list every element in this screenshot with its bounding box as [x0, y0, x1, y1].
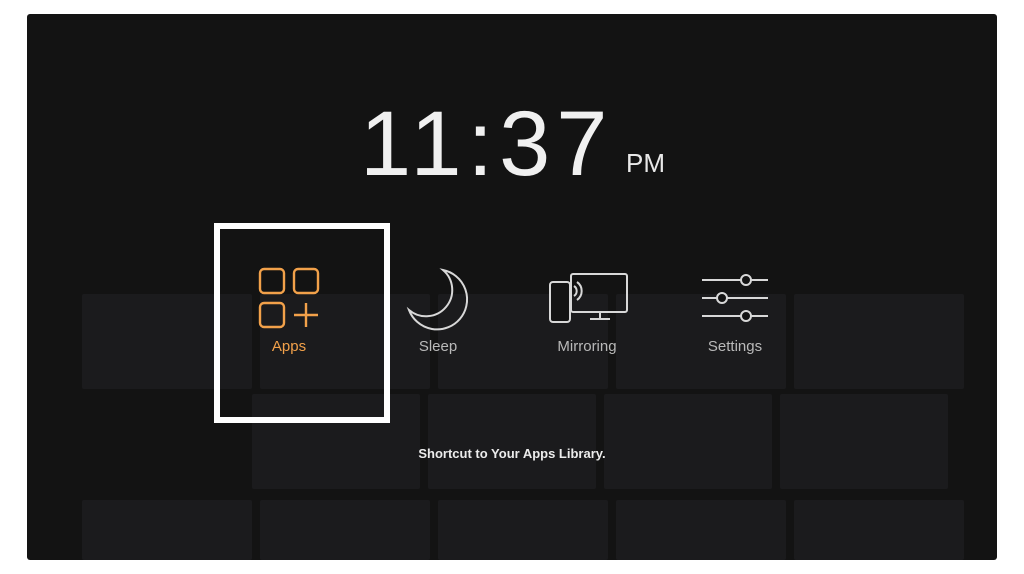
background-row-bottom: [82, 500, 964, 560]
background-tile: [252, 394, 420, 489]
menu-item-settings[interactable]: Settings: [660, 266, 810, 386]
background-tile: [616, 500, 786, 560]
background-tile: [794, 294, 964, 389]
background-tile: [438, 500, 608, 560]
menu-item-sleep[interactable]: Sleep: [363, 266, 513, 386]
apps-grid-icon: [214, 266, 364, 336]
menu-item-settings-label: Settings: [707, 338, 763, 355]
background-tile: [780, 394, 948, 489]
clock-time: 11:37: [360, 93, 614, 195]
sliders-icon: [660, 266, 810, 336]
clock-ampm: PM: [626, 148, 665, 178]
tv-screen: 11:37 PM Apps Sleep Mirroring Settings S…: [27, 14, 997, 560]
menu-item-apps-label: Apps: [271, 338, 307, 355]
mirroring-icon: [512, 266, 662, 336]
hint-text: Shortcut to Your Apps Library.: [418, 446, 606, 461]
menu-item-apps[interactable]: Apps: [214, 266, 364, 386]
background-row-middle: [252, 394, 948, 489]
menu-item-mirroring[interactable]: Mirroring: [512, 266, 662, 386]
background-tile: [794, 500, 964, 560]
menu-item-sleep-label: Sleep: [418, 338, 458, 355]
background-tile: [82, 500, 252, 560]
menu-item-mirroring-label: Mirroring: [557, 338, 617, 355]
moon-icon: [363, 266, 513, 336]
background-tile: [428, 394, 596, 489]
background-tile: [260, 500, 430, 560]
background-tile: [604, 394, 772, 489]
